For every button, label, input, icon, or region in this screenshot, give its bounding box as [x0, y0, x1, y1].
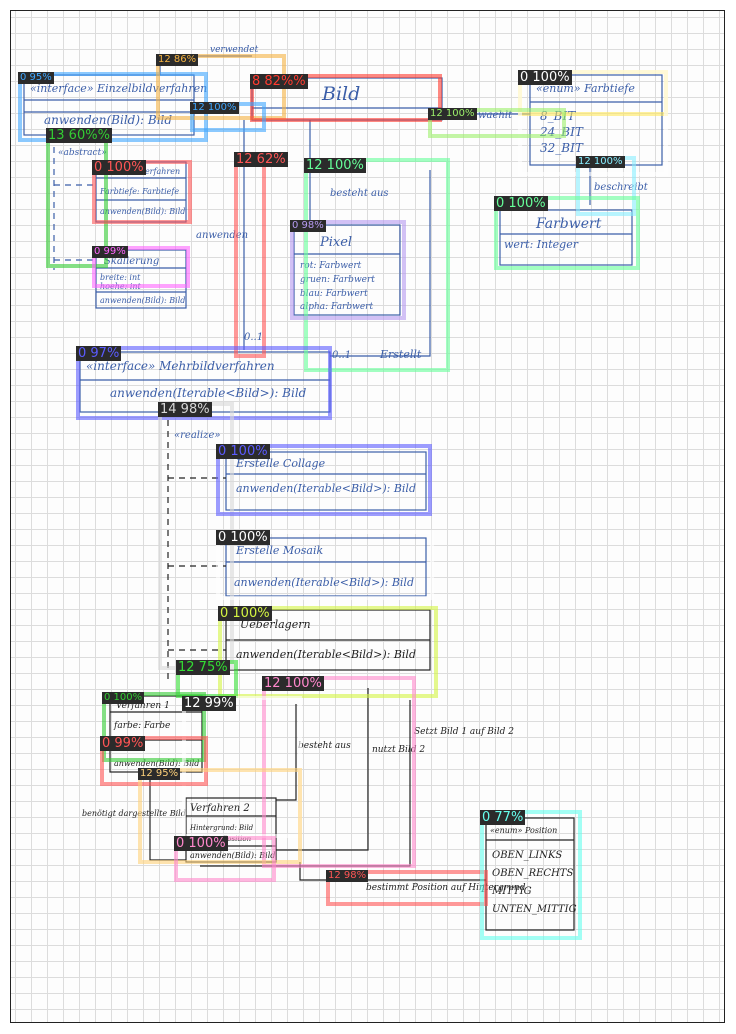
- detection-label: 0 100%: [218, 606, 272, 621]
- detection-label: 8 82%%: [250, 74, 308, 89]
- detection-label: 0 100%: [216, 444, 270, 459]
- detection-label: 12 95%: [138, 768, 181, 780]
- detection-box: [290, 220, 406, 320]
- detection-label: 12 100%: [576, 156, 625, 168]
- detection-label: 0 95%: [18, 72, 54, 84]
- detection-label: 12 98%: [326, 870, 369, 882]
- detection-label: 0 100%: [518, 70, 572, 85]
- detection-label: 12 62%: [234, 152, 288, 167]
- detection-label: 12 100%: [304, 158, 366, 173]
- detection-label: 0 77%: [480, 810, 526, 825]
- detection-label: 0 100%: [216, 530, 270, 545]
- detection-label: 14 98%: [158, 402, 212, 417]
- skalierung-method: anwenden(Bild): Bild: [100, 296, 185, 305]
- detection-label: 12 99%: [182, 696, 236, 711]
- detection-box: [480, 810, 582, 940]
- detection-label: 12 75%: [176, 660, 230, 675]
- detection-label: 0 100%: [494, 196, 548, 211]
- detection-label: 0 99%: [92, 246, 128, 258]
- detection-box: [234, 152, 266, 358]
- label-setzt: Setzt Bild 1 auf Bild 2: [414, 727, 514, 737]
- detection-label: 12 86%: [156, 54, 199, 66]
- detection-label: 12 100%: [190, 102, 239, 114]
- detection-label: 13 60%%: [46, 128, 112, 143]
- detection-label: 0 100%: [92, 160, 146, 175]
- detection-label: 12 100%: [428, 108, 477, 120]
- detection-label: 0 100%: [174, 836, 228, 851]
- detection-label: 0 100%: [102, 692, 145, 704]
- detection-label: 0 97%: [76, 346, 122, 361]
- detection-label: 12 100%: [262, 676, 324, 691]
- detection-label: 0 98%: [290, 220, 326, 232]
- detection-label: 0 99%: [100, 736, 146, 751]
